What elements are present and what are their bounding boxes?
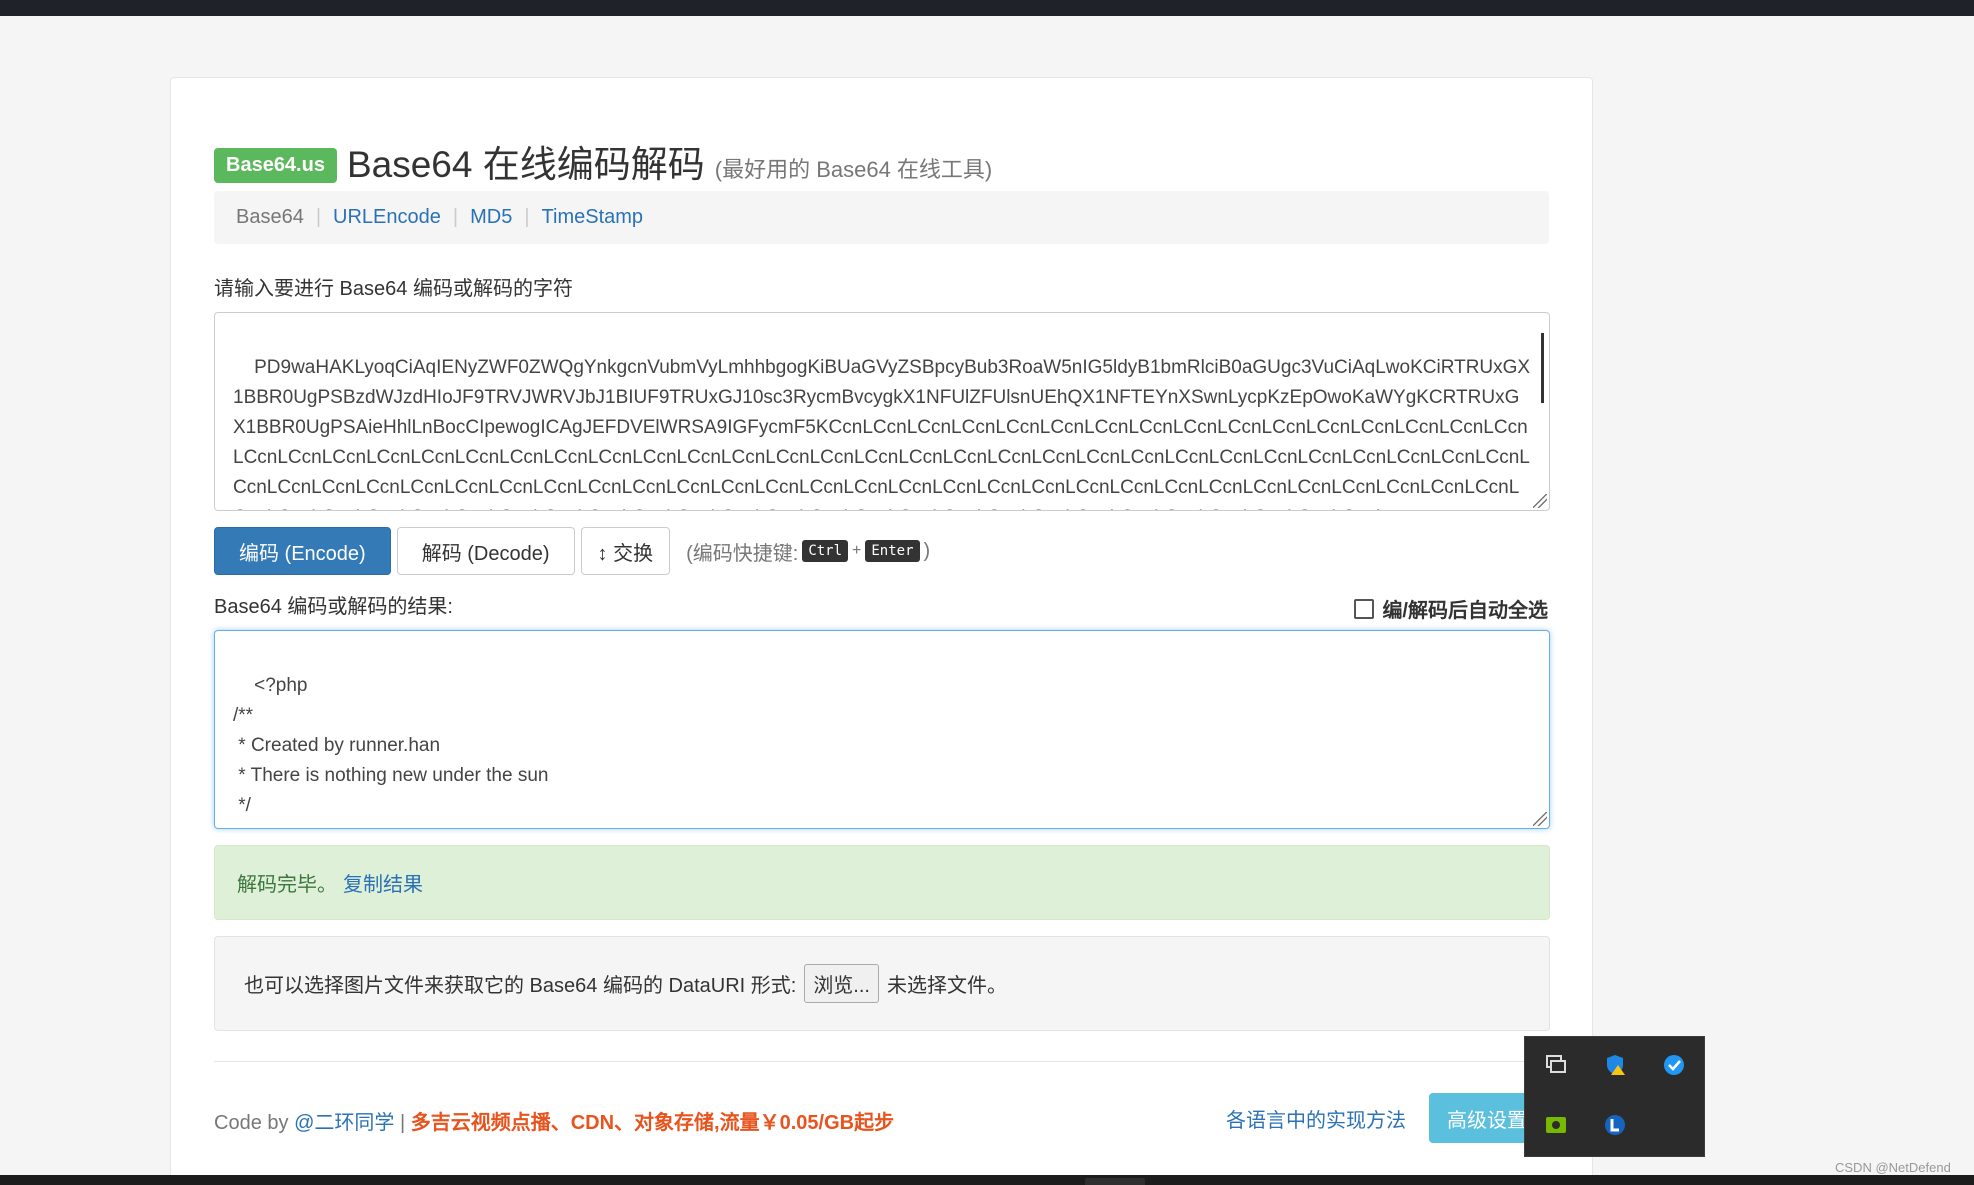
auto-select-label: 编/解码后自动全选 (1382, 600, 1548, 622)
code-by-text: Code by (214, 1112, 289, 1134)
datauri-text: 也可以选择图片文件来获取它的 Base64 编码的 DataURI 形式: (244, 975, 797, 997)
datauri-panel: 也可以选择图片文件来获取它的 Base64 编码的 DataURI 形式: 浏览… (214, 936, 1550, 1031)
csdn-watermark: CSDN @NetDefend (1835, 1160, 1951, 1175)
kbd-enter: Enter (865, 540, 920, 562)
swap-button[interactable]: ↕ 交换 (580, 527, 671, 575)
nav-item-base64: Base64 (236, 206, 304, 228)
output-text: <?php /** * Created by runner.han * Ther… (233, 675, 549, 816)
app-l-icon[interactable] (1603, 1113, 1627, 1137)
kbd-ctrl: Ctrl (802, 540, 849, 562)
browser-bookmarks-bar (0, 0, 1974, 16)
kbd-plus: + (852, 542, 862, 559)
copy-result-link[interactable]: 复制结果 (343, 868, 423, 897)
brand-badge[interactable]: Base64.us (214, 148, 337, 183)
tool-nav: Base64 | URLEncode | MD5 | TimeStamp (214, 191, 1549, 244)
input-text: PD9waHAKLyoqCiAqIENyZWF0ZWQgYnkgcnVubmVy… (233, 357, 1531, 510)
implementations-link[interactable]: 各语言中的实现方法 (1226, 1104, 1406, 1133)
page-subtitle: (最好用的 Base64 在线工具) (714, 157, 993, 182)
hint-suffix: ) (923, 539, 931, 562)
display-icon[interactable] (1544, 1053, 1568, 1077)
auto-select-toggle[interactable]: 编/解码后自动全选 (1354, 594, 1548, 623)
output-textarea[interactable]: <?php /** * Created by runner.han * Ther… (214, 630, 1550, 829)
nav-item-md5[interactable]: MD5 (470, 206, 512, 229)
nav-separator: | (315, 206, 322, 228)
action-bar: 编码 (Encode) 解码 (Decode) ↕ 交换 (编码快捷键: Ctr… (214, 527, 930, 575)
footer-separator: | (399, 1112, 406, 1134)
auto-select-checkbox[interactable] (1354, 598, 1375, 619)
nav-item-urlencode[interactable]: URLEncode (333, 206, 441, 229)
no-file-text: 未选择文件。 (886, 975, 1007, 997)
footer-credits: Code by @二环同学 | 多吉云视频点播、CDN、对象存储,流量￥0.05… (214, 1106, 894, 1135)
input-scrollbar[interactable] (1541, 333, 1544, 403)
resize-grip-icon[interactable] (1533, 494, 1547, 508)
status-message: 解码完毕。 (237, 874, 337, 896)
resize-grip-icon[interactable] (1533, 812, 1547, 826)
decode-button[interactable]: 解码 (Decode) (396, 527, 575, 575)
footer-divider (214, 1061, 1550, 1062)
nvidia-icon[interactable] (1544, 1113, 1568, 1137)
nav-item-timestamp[interactable]: TimeStamp (542, 206, 644, 229)
system-tray-popup (1524, 1036, 1705, 1157)
taskbar-tab (1085, 1178, 1145, 1185)
taskbar-edge (0, 1175, 1974, 1185)
browse-file-button[interactable]: 浏览... (804, 964, 879, 1003)
browser-icon[interactable] (1662, 1053, 1686, 1077)
page-title: Base64 在线编码解码 (346, 144, 705, 185)
promo-link[interactable]: 多吉云视频点播、CDN、对象存储,流量￥0.05/GB起步 (411, 1112, 894, 1134)
hint-prefix: (编码快捷键: (686, 542, 799, 565)
input-textarea[interactable]: PD9waHAKLyoqCiAqIENyZWF0ZWQgYnkgcnVubmVy… (214, 312, 1550, 511)
encode-button[interactable]: 编码 (Encode) (214, 527, 391, 575)
defender-warning-icon[interactable] (1603, 1053, 1627, 1077)
main-card: Base64.us Base64 在线编码解码 (最好用的 Base64 在线工… (170, 77, 1593, 1185)
status-alert: 解码完毕。 复制结果 (214, 845, 1550, 920)
output-label: Base64 编码或解码的结果: (214, 596, 453, 618)
page-header: Base64.us Base64 在线编码解码 (最好用的 Base64 在线工… (214, 134, 992, 189)
nav-separator: | (524, 206, 530, 228)
input-label: 请输入要进行 Base64 编码或解码的字符 (214, 278, 573, 300)
nav-separator: | (452, 206, 459, 228)
shortcut-hint: (编码快捷键: Ctrl + Enter ) (686, 537, 930, 566)
author-link[interactable]: @二环同学 (294, 1112, 394, 1134)
